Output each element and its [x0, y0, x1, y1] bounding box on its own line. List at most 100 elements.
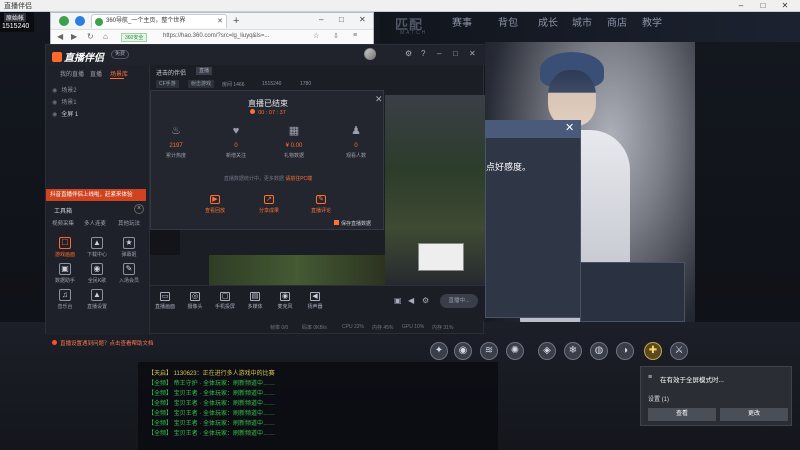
download-icon[interactable]: ⇩ [333, 32, 339, 40]
speaker-button[interactable]: ◀ 扬声器 [302, 292, 328, 310]
eye-icon[interactable]: ◉ [52, 88, 57, 94]
modal-close-icon[interactable]: ✕ [375, 94, 383, 105]
bookmark-icon[interactable]: ☆ [313, 32, 319, 40]
tool-member[interactable]: ✎ 入场会员 [114, 263, 144, 284]
game-dialog-close-icon[interactable]: ✕ [565, 121, 574, 134]
security-badge: 360安全 [121, 33, 148, 42]
browser-close-icon[interactable]: ✕ [359, 15, 366, 24]
minimize-icon[interactable]: – [730, 0, 752, 11]
tab-my-live[interactable]: 我的直播 [60, 69, 84, 78]
browser-tab[interactable]: 360导航_一个主页，整个世界 ✕ [91, 14, 227, 28]
app-controls: ⚙ ? – □ ✕ [405, 49, 481, 61]
left-panel: 我的直播 直播 场景库 ◉ 场景2 ◉ 场景1 ◉ 全屏 1 抖音直播伴侣上线啦，赶紧… [46, 65, 154, 347]
gear-icon[interactable]: ⚙ [422, 296, 429, 305]
replay-button[interactable]: ▶ 查看回放 [191, 195, 239, 214]
game-tab-shop[interactable]: 商店 [607, 14, 627, 29]
tool-music[interactable]: ♫ 音乐台 [50, 289, 80, 310]
browser-maximize-icon[interactable]: □ [339, 15, 344, 24]
refresh-icon[interactable]: ↻ [87, 32, 94, 41]
stat-follows: ♥ 0 新增关注 [225, 125, 246, 159]
record-icon[interactable]: ▣ [394, 296, 402, 305]
subtab-multi[interactable]: 多人连麦 [84, 219, 106, 227]
change-button[interactable]: 更改 [720, 408, 788, 421]
share-button[interactable]: ↗ 分享成果 [245, 195, 293, 214]
skill-icon[interactable]: ≋ [480, 342, 498, 360]
checkbox-icon[interactable] [334, 220, 339, 225]
save-data-checkbox[interactable]: 保存直播数据 [334, 220, 371, 227]
home-icon[interactable]: ⌂ [103, 32, 108, 41]
phone-cast-icon: ▢ [220, 292, 230, 301]
scene-item[interactable]: ◉ 场景2 [52, 85, 77, 94]
game-tab-city[interactable]: 城市 [572, 14, 592, 29]
scene-item[interactable]: ◉ 场景1 [52, 97, 77, 106]
tab-live[interactable]: 直播 [90, 69, 102, 78]
game-side-panel [580, 262, 685, 322]
settings-icon[interactable]: ⚙ [405, 49, 412, 58]
promo-banner[interactable]: 抖音直播伴侣上线啦，赶紧来体验 [46, 189, 146, 201]
close-icon[interactable]: ✕ [774, 0, 796, 11]
maximize-icon[interactable]: □ [752, 0, 774, 11]
view-button[interactable]: 查看 [648, 408, 716, 421]
skill-icon[interactable]: ⚔ [670, 342, 688, 360]
help-icon[interactable]: ? [421, 49, 425, 58]
tab-scenes[interactable]: 场景库 [110, 69, 128, 78]
app-close-icon[interactable]: ✕ [469, 49, 476, 58]
menu-icon[interactable]: ≡ [353, 32, 357, 39]
help-notice[interactable]: 直播设置遇到问题？点击查看帮助文档 [52, 339, 154, 347]
browser-window: 360导航_一个主页，整个世界 ✕ + – □ ✕ ◀ ▶ ↻ ⌂ 360安全 … [50, 12, 374, 44]
skill-icon[interactable]: ✚ [644, 342, 662, 360]
category-tag[interactable]: CF手游 [156, 80, 179, 88]
game-tab-teach[interactable]: 教学 [642, 14, 662, 29]
skill-icon[interactable]: ◑ [616, 342, 634, 360]
address-input[interactable]: https://hao.360.com/?src=lg_liuyq&ls=... [163, 33, 269, 39]
skill-icon[interactable]: ✺ [506, 342, 524, 360]
skill-icon[interactable]: ✦ [430, 342, 448, 360]
browser-url-bar: ◀ ▶ ↻ ⌂ 360安全 https://hao.360.com/?src=l… [51, 29, 373, 44]
subtab-video[interactable]: 视频采集 [52, 219, 74, 227]
tool-game-capture[interactable]: ☐ 游戏画面 [50, 237, 80, 258]
browser-minimize-icon[interactable]: – [319, 15, 323, 24]
go-live-button[interactable]: 直播中... [440, 294, 478, 308]
skill-icon[interactable]: ◈ [538, 342, 556, 360]
tab-close-icon[interactable]: ✕ [217, 15, 223, 28]
eye-icon[interactable]: ◉ [52, 100, 57, 106]
modal-hint: 直播数据统计中，更多数据 请前往PC端 [223, 176, 313, 182]
skill-icon[interactable]: ◍ [590, 342, 608, 360]
chat-line: 【全频】 宝贝王者 · 全体玩家：刷新频道中…… [148, 421, 275, 427]
back-icon[interactable]: ◀ [57, 32, 63, 41]
toolbox-collapse-icon[interactable]: × [134, 204, 144, 214]
heart-icon: ♥ [232, 125, 240, 137]
game-tab-events[interactable]: 赛事 [452, 14, 472, 29]
scene-item[interactable]: ◉ 全屏 1 [52, 109, 78, 118]
camera-button[interactable]: ◎ 摄像头 [182, 292, 208, 310]
mute-icon[interactable]: ◀ [408, 296, 414, 305]
media-button[interactable]: ▤ 多媒体 [242, 292, 268, 310]
subtab-other[interactable]: 其他玩法 [118, 219, 140, 227]
comment-button[interactable]: ✎ 直播评论 [297, 195, 345, 214]
tool-download[interactable]: ▲ 下载中心 [82, 237, 112, 258]
mic-button[interactable]: ◉ 麦克风 [272, 292, 298, 310]
category-tag[interactable]: 射击游戏 [188, 80, 215, 88]
app-maximize-icon[interactable]: □ [453, 49, 458, 58]
browser-account-icon[interactable] [75, 16, 85, 26]
active-tab-underline [110, 78, 124, 79]
skill-icon[interactable]: ❄ [564, 342, 582, 360]
app-minimize-icon[interactable]: – [437, 49, 441, 58]
browser-logo-icon[interactable] [59, 16, 69, 26]
forward-icon[interactable]: ▶ [71, 32, 77, 41]
tool-data[interactable]: ▣ 数据助手 [50, 263, 80, 284]
pc-link[interactable]: 请前往PC端 [285, 176, 312, 182]
game-tab-bag[interactable]: 背包 [498, 14, 518, 29]
game-tab-growth[interactable]: 成长 [538, 14, 558, 29]
avatar[interactable] [364, 48, 376, 60]
eye-icon[interactable]: ◉ [52, 112, 57, 118]
tool-settings[interactable]: ▲ 直播设置 [82, 289, 112, 310]
stream-preview-strip [209, 255, 385, 285]
new-tab-icon[interactable]: + [233, 15, 239, 27]
room-id: 1515240 [262, 81, 282, 87]
tool-danmaku[interactable]: ★ 弹幕姬 [114, 237, 144, 258]
phone-cast-button[interactable]: ▢ 手机投屏 [212, 292, 238, 310]
capture-button[interactable]: ▭ 直播画面 [152, 292, 178, 310]
skill-icon[interactable]: ◉ [454, 342, 472, 360]
tool-karaoke[interactable]: ◉ 全民K歌 [82, 263, 112, 284]
